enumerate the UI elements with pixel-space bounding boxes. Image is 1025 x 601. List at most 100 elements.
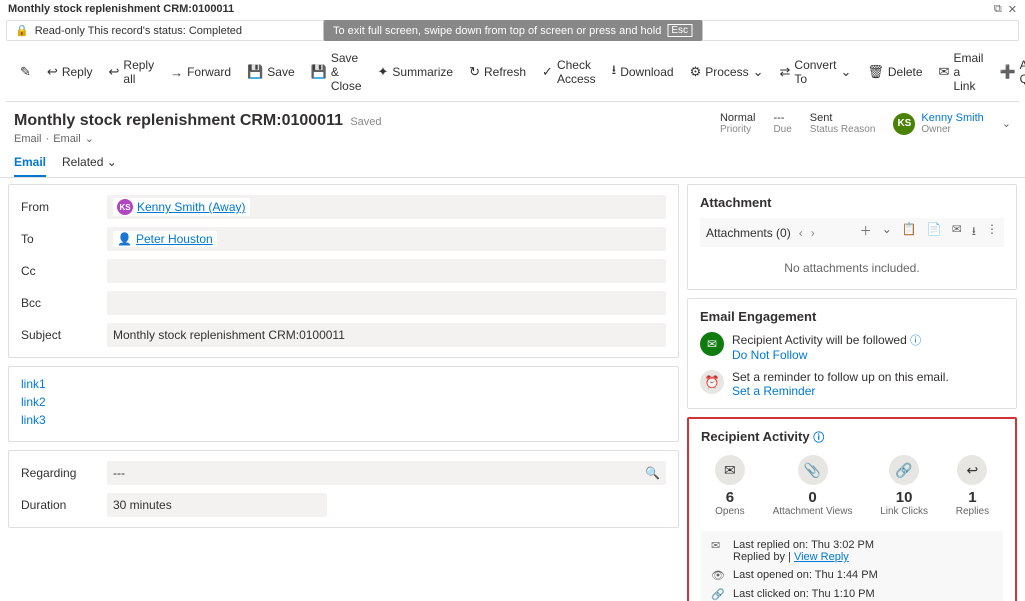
view-reply-link[interactable]: View Reply (794, 551, 849, 563)
close-icon[interactable]: ✕ (1008, 3, 1017, 16)
do-not-follow-link[interactable]: Do Not Follow (732, 348, 921, 362)
tab-email[interactable]: Email (14, 149, 46, 177)
click-event-icon: 🔗 (711, 588, 725, 601)
attach-label: Attachment Views (773, 506, 853, 517)
reply-button[interactable]: ↩Reply (41, 60, 99, 84)
replies-value: 1 (956, 489, 989, 506)
summarize-button[interactable]: ✦Summarize (372, 60, 460, 84)
record-header-left: Monthly stock replenishment CRM:0100011 … (14, 112, 382, 145)
attachment-views-icon: 📎 (798, 455, 828, 485)
set-reminder-link[interactable]: Set a Reminder (732, 384, 949, 398)
status-field: Sent Status Reason (810, 112, 876, 135)
info-icon[interactable]: ⓘ (813, 432, 824, 444)
save-button[interactable]: 💾Save (241, 60, 301, 84)
download-icon[interactable]: ⭳ (972, 222, 976, 243)
to-link[interactable]: Peter Houston (136, 232, 213, 246)
copy-icon[interactable]: 📋 (902, 222, 917, 243)
metric-replies: ↩ 1 Replies (956, 455, 989, 517)
attach-chevron-icon[interactable]: ⌄ (882, 222, 892, 243)
to-lookup[interactable]: 👤 Peter Houston (113, 231, 217, 247)
form-selector[interactable]: Email (53, 133, 81, 145)
subject-field[interactable]: Monthly stock replenishment CRM:0100011 (107, 323, 666, 347)
status-label: Status Reason (810, 124, 876, 135)
chevron-down-icon[interactable]: ⌄ (85, 132, 94, 145)
popout-icon[interactable]: ⧉ (994, 3, 1002, 16)
from-link[interactable]: Kenny Smith (Away) (137, 200, 246, 214)
chevron-down-icon: ⌄ (753, 64, 764, 80)
download-icon: ⭳ (612, 61, 617, 83)
engagement-title: Email Engagement (700, 309, 1004, 324)
convert-to-button[interactable]: ⇄Convert To⌄ (774, 54, 858, 90)
reply-all-icon: ↩ (109, 64, 120, 80)
cc-field[interactable] (107, 259, 666, 283)
forward-icon: → (170, 65, 183, 80)
header-chevron-icon[interactable]: ⌄ (1002, 117, 1011, 130)
owner-field: KS Kenny Smith Owner (893, 112, 983, 135)
add-queue-button[interactable]: ➕Add to Queue (993, 54, 1025, 90)
priority-value: Normal (720, 112, 755, 124)
reminder-text: Set a reminder to follow up on this emai… (732, 370, 949, 384)
saved-indicator: Saved (350, 116, 381, 128)
reply-all-button[interactable]: ↩Reply all (103, 54, 161, 90)
bcc-field[interactable] (107, 291, 666, 315)
email-link-button[interactable]: ✉Email a Link (933, 47, 990, 97)
refresh-icon: ↻ (469, 64, 480, 80)
replied-by-row: Replied by | View Reply (733, 551, 993, 563)
refresh-button[interactable]: ↻Refresh (463, 60, 532, 84)
last-clicked-text: Last clicked on: Thu 1:10 PM (733, 588, 993, 600)
activity-timeline: ✉ Last replied on: Thu 3:02 PM Replied b… (701, 531, 1003, 601)
add-attachment-icon[interactable]: ＋ (860, 222, 872, 243)
clicks-label: Link Clicks (880, 506, 928, 517)
content-area: From KS Kenny Smith (Away) To 👤 Peter Ho… (0, 184, 1025, 601)
more-icon[interactable]: ⋮ (986, 222, 998, 243)
replies-icon: ↩ (957, 455, 987, 485)
to-field[interactable]: 👤 Peter Houston (107, 227, 666, 251)
engagement-panel: Email Engagement ✉ Recipient Activity wi… (687, 298, 1017, 409)
mail-icon[interactable]: ✉ (952, 222, 962, 243)
status-value: Sent (810, 112, 876, 124)
check-access-button[interactable]: ✓Check Access (536, 54, 602, 90)
save-close-label: Save & Close (331, 51, 362, 93)
last-opened-text: Last opened on: Thu 1:44 PM (733, 569, 993, 581)
forward-button[interactable]: →Forward (164, 61, 237, 84)
attachment-panel: Attachment Attachments (0) ‹ › ＋ ⌄ 📋 📄 ✉… (687, 184, 1017, 290)
new-button[interactable]: ✎ (14, 60, 37, 84)
body-link-3[interactable]: link3 (21, 413, 666, 427)
from-field[interactable]: KS Kenny Smith (Away) (107, 195, 666, 219)
next-icon[interactable]: › (811, 226, 815, 240)
followed-text-label: Recipient Activity will be followed (732, 333, 907, 347)
file-icon[interactable]: 📄 (927, 222, 942, 243)
search-icon[interactable]: 🔍 (645, 466, 660, 480)
prev-icon[interactable]: ‹ (799, 226, 803, 240)
recipient-activity-title-text: Recipient Activity (701, 429, 810, 444)
record-subtitle: Email · Email ⌄ (14, 132, 382, 145)
metrics-row: ✉ 6 Opens 📎 0 Attachment Views 🔗 10 Link… (701, 455, 1003, 517)
tabs: Email Related ⌄ (0, 149, 1025, 178)
owner-name[interactable]: Kenny Smith (921, 112, 983, 124)
recipient-activity-title: Recipient Activity ⓘ (701, 429, 1003, 445)
reply-icon: ↩ (47, 64, 58, 80)
summarize-icon: ✦ (378, 64, 389, 80)
regarding-field[interactable]: --- 🔍 (107, 461, 666, 485)
body-link-1[interactable]: link1 (21, 377, 666, 391)
delete-button[interactable]: 🗑Delete (861, 60, 928, 84)
save-close-button[interactable]: 💾Save & Close (305, 47, 368, 97)
left-column: From KS Kenny Smith (Away) To 👤 Peter Ho… (8, 184, 679, 601)
info-icon[interactable]: ⓘ (910, 335, 921, 347)
tab-related[interactable]: Related ⌄ (62, 149, 117, 177)
attachment-bar: Attachments (0) ‹ › ＋ ⌄ 📋 📄 ✉ ⭳ ⋮ (700, 218, 1004, 247)
add-queue-label: Add to Queue (1020, 58, 1025, 86)
regarding-value: --- (113, 466, 125, 480)
from-lookup[interactable]: KS Kenny Smith (Away) (113, 198, 250, 216)
body-link-2[interactable]: link2 (21, 395, 666, 409)
download-button[interactable]: ⭳Download (606, 57, 680, 87)
opens-value: 6 (715, 489, 745, 506)
delete-label: Delete (888, 65, 923, 79)
duration-field[interactable]: 30 minutes (107, 493, 327, 517)
record-header-right: Normal Priority --- Due Sent Status Reas… (720, 112, 1011, 135)
process-button[interactable]: ⚙Process⌄ (684, 60, 770, 84)
convert-to-label: Convert To (794, 58, 836, 86)
tab-related-label: Related (62, 155, 103, 169)
due-value: --- (773, 112, 791, 124)
opens-icon: ✉ (715, 455, 745, 485)
